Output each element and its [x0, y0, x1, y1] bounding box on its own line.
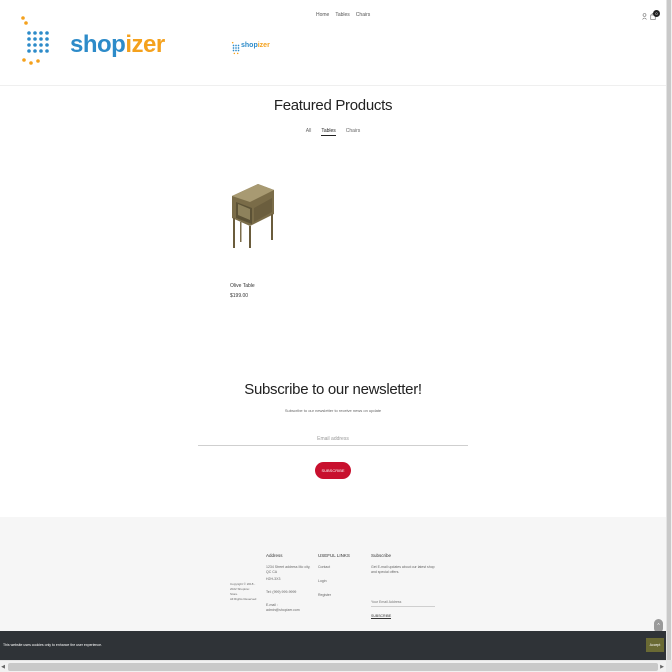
product-tabs: All Tables Chairs: [0, 128, 666, 136]
footer-link-contact[interactable]: Contact: [318, 565, 358, 570]
footer-subscribe: Subscribe Get E-mail updates about our l…: [371, 553, 435, 583]
newsletter-subtitle: Subscribe to our newsletter to receive n…: [284, 408, 382, 413]
address-email: E-mail : admin@shopizer.com: [266, 603, 300, 612]
useful-links-heading: USEFUL LINKS: [318, 553, 350, 558]
featured-title: Featured Products: [273, 97, 393, 114]
footer-copyright: Copyright © 2018 - 2022 Shopizer. Store.…: [230, 582, 260, 602]
footer-logo-wordmark: shopizer: [241, 42, 270, 49]
footer-subscribe-heading: Subscribe: [371, 553, 392, 558]
footer-logo-izer: izer: [257, 42, 270, 49]
page: shopizer Home Tables Chairs 0 Featured P…: [0, 0, 672, 672]
tab-tables[interactable]: Tables: [321, 128, 336, 136]
arrow-up-icon: ^: [657, 623, 660, 629]
header: shopizer Home Tables Chairs 0: [0, 0, 666, 86]
nav-item-home[interactable]: Home: [316, 12, 329, 18]
cart-count-badge: 0: [653, 10, 660, 17]
address-line: 1234 Street address Mo city, QC CA: [266, 565, 311, 574]
scrollbar-corner: [666, 660, 672, 672]
cookie-bar: This website uses cookies only to enhanc…: [0, 631, 666, 660]
scroll-right-arrow-icon[interactable]: ▶: [659, 663, 665, 671]
newsletter-title: Subscribe to our newsletter!: [244, 381, 422, 398]
product-name[interactable]: Olive Table: [230, 283, 255, 289]
footer-logo-shop: shop: [241, 42, 258, 49]
user-icon[interactable]: [642, 13, 647, 20]
footer-link-login[interactable]: Login: [318, 579, 358, 584]
tab-chairs[interactable]: Chairs: [346, 128, 360, 136]
header-icons: 0: [640, 10, 662, 22]
footer-email-input[interactable]: [371, 597, 435, 607]
cookie-message: This website uses cookies only to enhanc…: [3, 643, 103, 647]
address-heading: Address: [266, 553, 283, 558]
newsletter-subscribe-button[interactable]: SUBSCRIBE: [315, 462, 351, 479]
vertical-scrollbar[interactable]: [666, 0, 672, 660]
nav-item-tables[interactable]: Tables: [335, 12, 349, 18]
logo-dots-icon: [21, 16, 49, 65]
horizontal-scrollbar[interactable]: ◀ ▶: [0, 660, 666, 672]
footer-subscribe-button[interactable]: SUBSCRIBE: [371, 614, 392, 619]
copyright-line-3: All Rights Reserved: [230, 597, 257, 601]
vertical-scrollbar-thumb[interactable]: [667, 0, 671, 660]
footer-subscribe-text: Get E-mail updates about our latest shop…: [371, 565, 435, 574]
logo-wordmark: shopizer: [70, 31, 165, 59]
logo-izer-text: izer: [125, 31, 165, 58]
newsletter-email-input[interactable]: [198, 432, 468, 446]
scroll-left-arrow-icon[interactable]: ◀: [0, 663, 6, 671]
tab-all[interactable]: All: [306, 128, 312, 136]
product-price: $199.00: [230, 293, 249, 299]
footer-link-register[interactable]: Register: [318, 593, 358, 598]
main-nav: Home Tables Chairs: [316, 12, 370, 18]
product-image[interactable]: [230, 182, 276, 250]
footer-logo-icon[interactable]: [231, 40, 241, 56]
nav-item-chairs[interactable]: Chairs: [356, 12, 370, 18]
footer-useful-links: USEFUL LINKS Contact Login Register: [318, 553, 358, 607]
cookie-accept-button[interactable]: Accept: [646, 638, 664, 652]
product-card[interactable]: Olive Table $199.00: [230, 182, 280, 299]
address-phone: Tel: (999) 999-9999: [266, 590, 297, 594]
brand-logo[interactable]: shopizer: [20, 15, 165, 67]
copyright-line-1: Copyright © 2018 - 2022 Shopizer.: [230, 582, 256, 591]
footer-address: Address 1234 Street address Mo city, QC …: [266, 553, 312, 621]
logo-shop-text: shop: [70, 31, 126, 58]
horizontal-scrollbar-thumb[interactable]: [8, 663, 658, 671]
address-postal: H2H-3X3: [266, 577, 281, 581]
